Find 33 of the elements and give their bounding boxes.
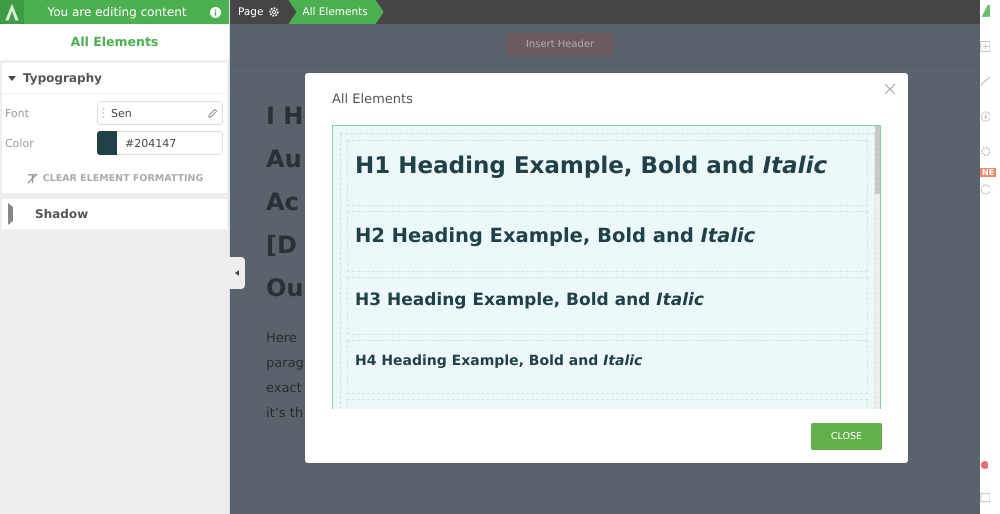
new-badge: NE [980,168,996,177]
info-icon[interactable] [210,6,221,18]
color-swatch[interactable] [97,131,117,155]
page-paragraph-text: exact [266,381,302,398]
font-field[interactable]: Sen [97,101,223,125]
drag-handle-icon[interactable] [102,107,105,119]
modal-title: All Elements [332,92,413,106]
scrollbar[interactable] [875,126,880,409]
pencil-icon[interactable] [207,108,218,118]
page-paragraph-text: it’s th [266,406,304,423]
page-paragraph-text: parag [266,356,304,373]
close-icon[interactable] [884,83,896,95]
plus-icon[interactable] [980,40,990,53]
field-label: Color [5,136,35,150]
download-icon[interactable] [980,110,990,123]
panel-icon[interactable] [980,491,990,504]
settings-icon[interactable] [980,145,990,158]
gear-icon[interactable] [268,6,280,18]
editing-status: You are editing content [46,5,188,19]
section-header[interactable]: Shadow [2,199,227,230]
heading-example: H2 Heading Example, Bold and Italic [355,224,756,249]
page-paragraph-text: Here [266,331,297,348]
logo-icon [0,0,24,24]
field-label: Font [5,106,30,120]
color-field[interactable]: #204147 [97,131,223,155]
heading-example: H4 Heading Example, Bold and Italic [355,353,644,371]
section-header[interactable]: Typography [2,63,227,94]
heading-example: H3 Heading Example, Bold and Italic [355,290,705,312]
collapse-handle[interactable] [229,257,245,289]
breadcrumb[interactable]: Page [230,0,288,24]
clear-format-icon [26,173,39,184]
heading-example: H1 Heading Example, Bold and Italic [355,153,828,181]
panel-title: All Elements [0,24,229,60]
